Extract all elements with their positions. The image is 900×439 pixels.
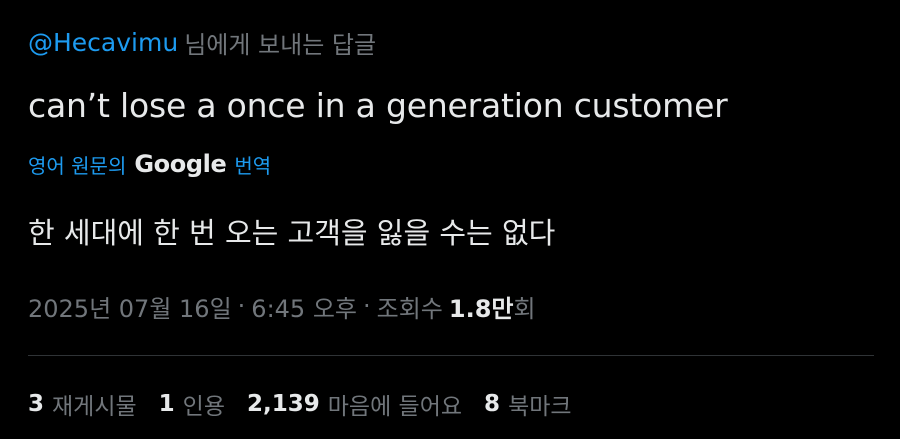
reply-handle-link[interactable]: @Hecavimu: [28, 28, 178, 57]
tweet-date-link[interactable]: 2025년 07월 16일: [28, 289, 232, 324]
metadata-separator: ·: [237, 292, 246, 320]
translation-source-label: 영어 원문의: [28, 153, 127, 178]
tweet-time-link[interactable]: 6:45 오후: [251, 289, 357, 324]
views-label: 조회수: [376, 294, 443, 323]
translate-link[interactable]: 번역: [234, 150, 271, 179]
likes-label: 마음에 들어요: [327, 394, 463, 420]
translation-attribution: 영어 원문의 Google 번역: [28, 147, 271, 181]
metadata-separator: ·: [362, 292, 371, 320]
reposts-count: 3: [28, 391, 45, 417]
engagement-stats: 3 재게시물 1 인용 2,139 마음에 들어요 8 북마크: [28, 383, 572, 425]
bookmarks-stat-link[interactable]: 8 북마크: [484, 387, 572, 421]
bookmarks-label: 북마크: [508, 394, 572, 420]
views-count: 1.8만: [448, 294, 514, 323]
tweet-metadata: 2025년 07월 16일 · 6:45 오후 · 조회수 1.8만 회: [28, 285, 536, 327]
reposts-label: 재게시물: [52, 394, 137, 420]
likes-count: 2,139: [247, 391, 320, 417]
likes-stat-link[interactable]: 2,139 마음에 들어요: [247, 387, 462, 421]
reply-context: @Hecavimu 님에게 보내는 답글: [28, 24, 376, 60]
top-edge-fragment: ˇ: [198, 0, 203, 6]
reply-context-label: 님에게 보내는 답글: [184, 30, 377, 59]
google-logo: Google: [134, 150, 227, 178]
views-suffix: 회: [513, 294, 536, 323]
tweet-text: can’t lose a once in a generation custom…: [28, 85, 728, 125]
translated-tweet-text: 한 세대에 한 번 오는 고객을 잃을 수는 없다: [28, 216, 556, 250]
stats-divider: [28, 355, 874, 356]
quotes-stat-link[interactable]: 1 인용: [159, 387, 225, 421]
quotes-count: 1: [158, 391, 175, 417]
quotes-label: 인용: [182, 394, 225, 420]
bookmarks-count: 8: [484, 391, 501, 417]
reposts-stat-link[interactable]: 3 재게시물: [28, 387, 137, 421]
